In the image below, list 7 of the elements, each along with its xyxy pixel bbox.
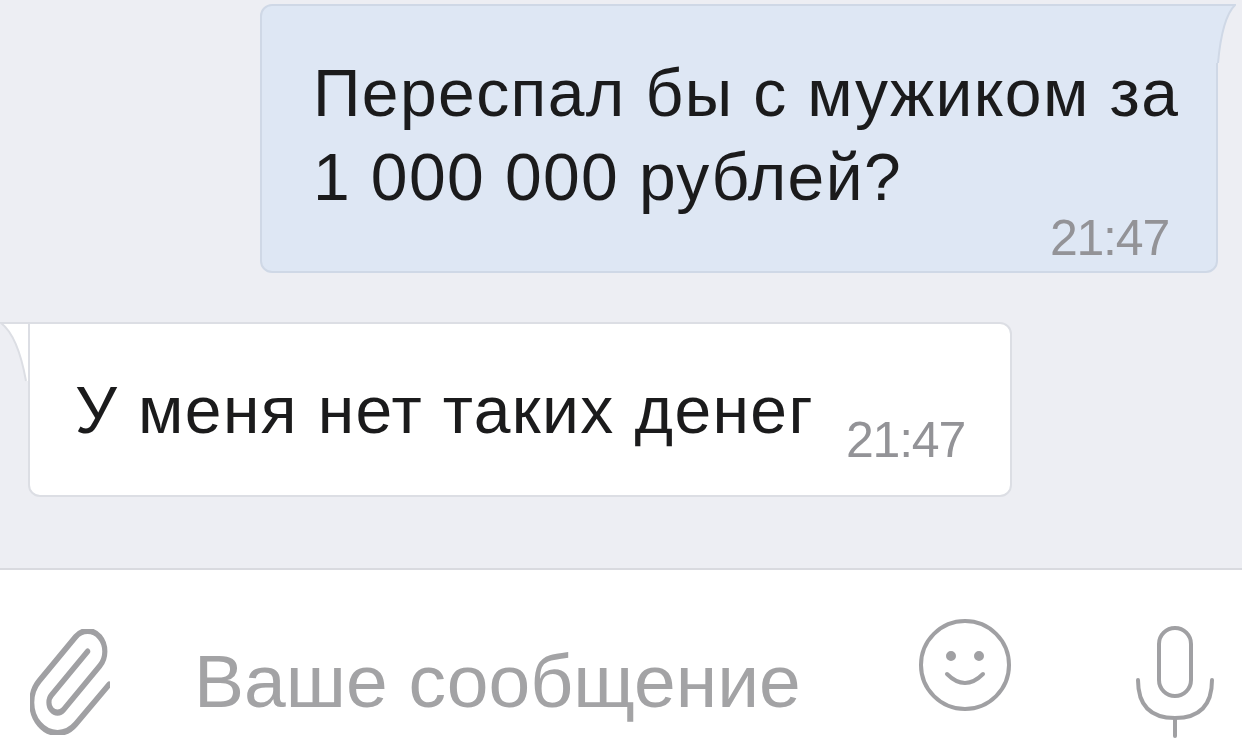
message-time: 21:47 <box>1049 219 1169 257</box>
microphone-icon[interactable] <box>1135 626 1215 738</box>
paperclip-icon[interactable] <box>30 629 110 735</box>
message-text: Переспал бы с мужиком за 1 000 000 рублей? <box>313 55 1181 216</box>
smiley-icon[interactable] <box>918 618 1012 712</box>
message-time: 21:47 <box>845 421 966 459</box>
message-text: У меня нет таких денег <box>75 372 814 449</box>
